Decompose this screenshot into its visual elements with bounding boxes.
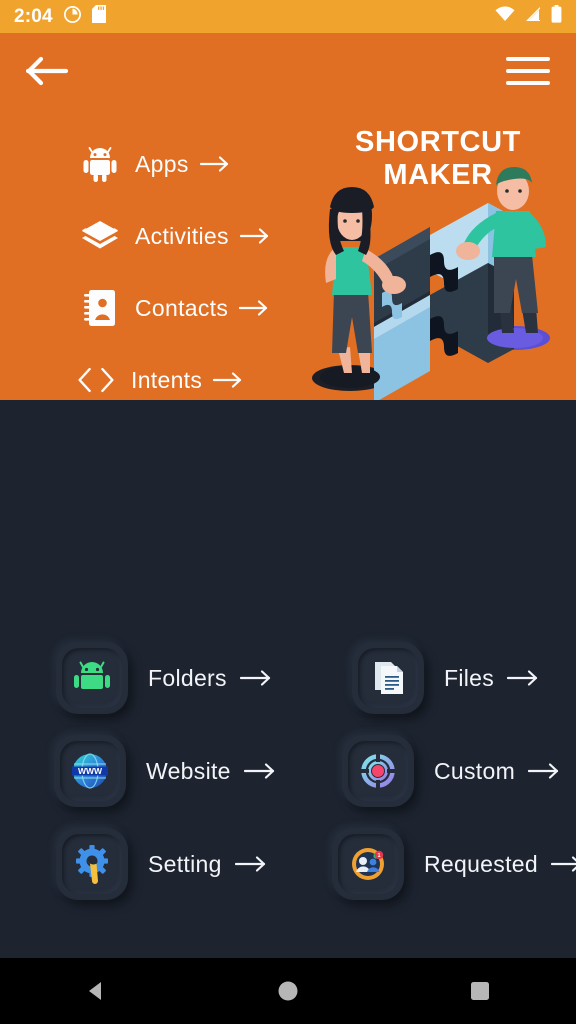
shortcut-label: Setting [148, 850, 222, 877]
wifi-icon [495, 6, 515, 27]
hamburger-line [506, 80, 550, 85]
battery-icon [551, 5, 562, 28]
hamburger-line [506, 68, 550, 73]
shortcut-grid: Folders Files WWW Website Custom Setting… [0, 400, 576, 958]
shortcut-label: Folders [148, 664, 227, 691]
nav-recents-button[interactable] [445, 958, 515, 1024]
shortcut-files[interactable]: Files [352, 642, 539, 714]
android-robot-icon [80, 144, 120, 184]
shortcut-website[interactable]: WWW Website [54, 735, 276, 807]
status-bar: 2:04 [0, 0, 576, 33]
code-brackets-icon [76, 360, 116, 400]
nav-item-label: Intents [131, 366, 203, 393]
arrow-right-icon [199, 155, 230, 173]
square-recents-icon [471, 982, 489, 1000]
shortcut-label: Custom [434, 757, 516, 784]
nav-item-contacts[interactable]: Contacts [0, 272, 300, 344]
triangle-back-icon [89, 982, 101, 1000]
layers-icon [80, 216, 120, 256]
system-navigation-bar [0, 958, 576, 1024]
hamburger-menu-button[interactable] [506, 54, 550, 88]
shortcut-setting[interactable]: Setting [56, 828, 267, 900]
back-arrow-icon [26, 56, 69, 85]
app-header: Apps Activities Contacts Intents SHORTCU… [0, 33, 576, 400]
shortcut-requested[interactable]: 1 Requested [332, 828, 576, 900]
hamburger-line [506, 56, 550, 61]
contacts-badge-icon: 1 [332, 828, 404, 900]
nav-item-apps[interactable]: Apps [0, 128, 300, 200]
nav-item-activities[interactable]: Activities [0, 200, 300, 272]
target-icon [342, 735, 414, 807]
circle-home-icon [278, 981, 298, 1001]
sd-card-icon [91, 5, 106, 28]
header-toolbar [0, 33, 576, 108]
nav-item-label: Apps [135, 150, 189, 177]
arrow-right-icon [239, 299, 269, 317]
clock-icon [63, 5, 81, 28]
arrow-right-icon [239, 227, 270, 245]
shortcut-custom[interactable]: Custom [342, 735, 560, 807]
arrow-right-icon [243, 762, 276, 780]
header-nav-list: Apps Activities Contacts Intents [0, 128, 300, 400]
nav-item-intents[interactable]: Intents [0, 344, 300, 400]
arrow-right-icon [528, 762, 560, 780]
svg-text:WWW: WWW [78, 766, 103, 776]
shortcut-label: Website [146, 757, 231, 784]
signal-icon [524, 6, 542, 27]
contact-book-icon [80, 288, 120, 328]
arrow-right-icon [234, 855, 267, 873]
nav-item-label: Activities [135, 222, 229, 249]
status-bar-right [495, 5, 562, 28]
nav-item-label: Contacts [135, 294, 229, 321]
arrow-right-icon [239, 669, 272, 687]
arrow-right-icon [213, 371, 243, 389]
shortcut-label: Files [444, 664, 495, 691]
svg-text:1: 1 [377, 853, 380, 859]
puzzle-teamwork-illustration [302, 163, 568, 400]
nav-home-button[interactable] [253, 958, 323, 1024]
status-bar-left: 2:04 [14, 5, 106, 28]
www-globe-icon: WWW [54, 735, 126, 807]
shortcut-folders[interactable]: Folders [56, 642, 272, 714]
back-button[interactable] [26, 51, 72, 91]
gear-wrench-icon [56, 828, 128, 900]
documents-icon [352, 642, 424, 714]
nav-back-button[interactable] [61, 958, 131, 1024]
android-folder-icon [56, 642, 128, 714]
shortcut-label: Requested [424, 850, 538, 877]
arrow-right-icon [550, 855, 576, 873]
arrow-right-icon [507, 669, 539, 687]
status-bar-clock: 2:04 [14, 5, 53, 27]
